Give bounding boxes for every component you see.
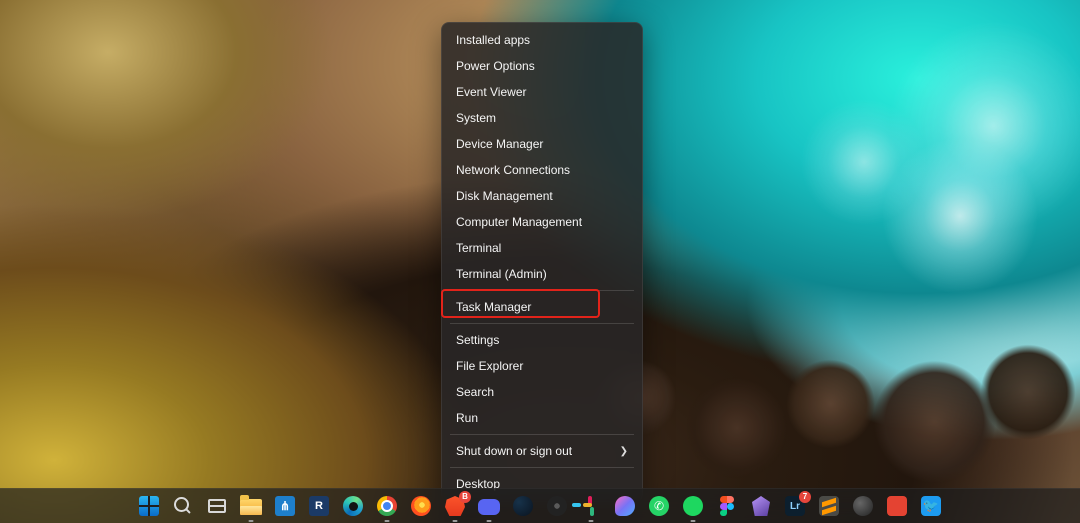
menu-label: Installed apps	[456, 33, 530, 47]
menu-label: Terminal	[456, 241, 501, 255]
menu-label: Task Manager	[456, 300, 531, 314]
slack[interactable]	[576, 491, 606, 521]
menu-label: Computer Management	[456, 215, 582, 229]
menu-label: Shut down or sign out	[456, 444, 572, 458]
taskview-icon	[206, 495, 228, 517]
menu-separator	[450, 290, 634, 291]
active-indicator	[487, 520, 492, 522]
microsoft-edge[interactable]	[338, 491, 368, 521]
discord[interactable]	[474, 491, 504, 521]
winx-context-menu: Installed apps Power Options Event Viewe…	[441, 22, 643, 502]
file-explorer[interactable]	[236, 491, 266, 521]
menu-item-task-manager[interactable]: Task Manager	[446, 294, 638, 320]
taskbar-center-group: ⋔ R B ✆ Lr7 🐦	[126, 489, 954, 523]
menu-label: File Explorer	[456, 359, 523, 373]
menu-item-disk-management[interactable]: Disk Management	[446, 183, 638, 209]
todoist-icon	[886, 495, 908, 517]
menu-label: Settings	[456, 333, 499, 347]
menu-item-power-options[interactable]: Power Options	[446, 53, 638, 79]
revit[interactable]: R	[304, 491, 334, 521]
menu-item-event-viewer[interactable]: Event Viewer	[446, 79, 638, 105]
firefox-icon	[410, 495, 432, 517]
taskbar: ⋔ R B ✆ Lr7 🐦	[0, 488, 1080, 523]
figma-icon	[716, 495, 738, 517]
active-indicator	[385, 520, 390, 522]
messenger-icon	[614, 495, 636, 517]
menu-separator	[450, 434, 634, 435]
spotify-icon	[682, 495, 704, 517]
menu-label: Event Viewer	[456, 85, 526, 99]
menu-label: Power Options	[456, 59, 535, 73]
start-button[interactable]	[134, 491, 164, 521]
whatsapp-icon: ✆	[648, 495, 670, 517]
notification-badge: B	[459, 491, 471, 503]
twitter[interactable]: 🐦	[916, 491, 946, 521]
explorer-icon	[240, 495, 262, 517]
menu-item-installed-apps[interactable]: Installed apps	[446, 27, 638, 53]
sublime-text[interactable]	[814, 491, 844, 521]
menu-item-shut-down-or-sign-out[interactable]: Shut down or sign out ❯	[446, 438, 638, 464]
search-icon	[172, 495, 194, 517]
menu-item-settings[interactable]: Settings	[446, 327, 638, 353]
google-chrome[interactable]	[372, 491, 402, 521]
menu-label: Terminal (Admin)	[456, 267, 547, 281]
twitter-icon: 🐦	[920, 495, 942, 517]
figma[interactable]	[712, 491, 742, 521]
start-icon	[138, 495, 160, 517]
obs-studio[interactable]	[542, 491, 572, 521]
mozilla-firefox[interactable]	[406, 491, 436, 521]
generic-icon	[852, 495, 874, 517]
menu-item-file-explorer[interactable]: File Explorer	[446, 353, 638, 379]
vscode-icon: ⋔	[274, 495, 296, 517]
obsidian-icon	[750, 495, 772, 517]
unknown-app[interactable]	[848, 491, 878, 521]
revit-icon: R	[308, 495, 330, 517]
obsidian[interactable]	[746, 491, 776, 521]
messenger[interactable]	[610, 491, 640, 521]
edge-icon	[342, 495, 364, 517]
desktop-wallpaper: Installed apps Power Options Event Viewe…	[0, 0, 1080, 523]
discord-icon	[478, 495, 500, 517]
menu-item-terminal-admin[interactable]: Terminal (Admin)	[446, 261, 638, 287]
obs-icon	[546, 495, 568, 517]
menu-item-system[interactable]: System	[446, 105, 638, 131]
notification-badge: 7	[799, 491, 811, 503]
todoist[interactable]	[882, 491, 912, 521]
menu-label: System	[456, 111, 496, 125]
whatsapp[interactable]: ✆	[644, 491, 674, 521]
active-indicator	[589, 520, 594, 522]
steam-icon	[512, 495, 534, 517]
menu-separator	[450, 467, 634, 468]
sublime-icon	[818, 495, 840, 517]
menu-item-device-manager[interactable]: Device Manager	[446, 131, 638, 157]
active-indicator	[249, 520, 254, 522]
menu-item-terminal[interactable]: Terminal	[446, 235, 638, 261]
spotify[interactable]	[678, 491, 708, 521]
active-indicator	[453, 520, 458, 522]
task-view-button[interactable]	[202, 491, 232, 521]
vscode[interactable]: ⋔	[270, 491, 300, 521]
steam[interactable]	[508, 491, 538, 521]
menu-item-run[interactable]: Run	[446, 405, 638, 431]
chrome-icon	[376, 495, 398, 517]
menu-label: Network Connections	[456, 163, 570, 177]
menu-label: Search	[456, 385, 494, 399]
brave-browser[interactable]: B	[440, 491, 470, 521]
menu-item-computer-management[interactable]: Computer Management	[446, 209, 638, 235]
menu-item-search[interactable]: Search	[446, 379, 638, 405]
menu-separator	[450, 323, 634, 324]
menu-label: Device Manager	[456, 137, 543, 151]
search-button[interactable]	[168, 491, 198, 521]
menu-item-network-connections[interactable]: Network Connections	[446, 157, 638, 183]
menu-label: Run	[456, 411, 478, 425]
active-indicator	[691, 520, 696, 522]
slack-icon	[580, 495, 602, 517]
menu-label: Disk Management	[456, 189, 553, 203]
lightroom[interactable]: Lr7	[780, 491, 810, 521]
chevron-right-icon: ❯	[620, 446, 628, 457]
